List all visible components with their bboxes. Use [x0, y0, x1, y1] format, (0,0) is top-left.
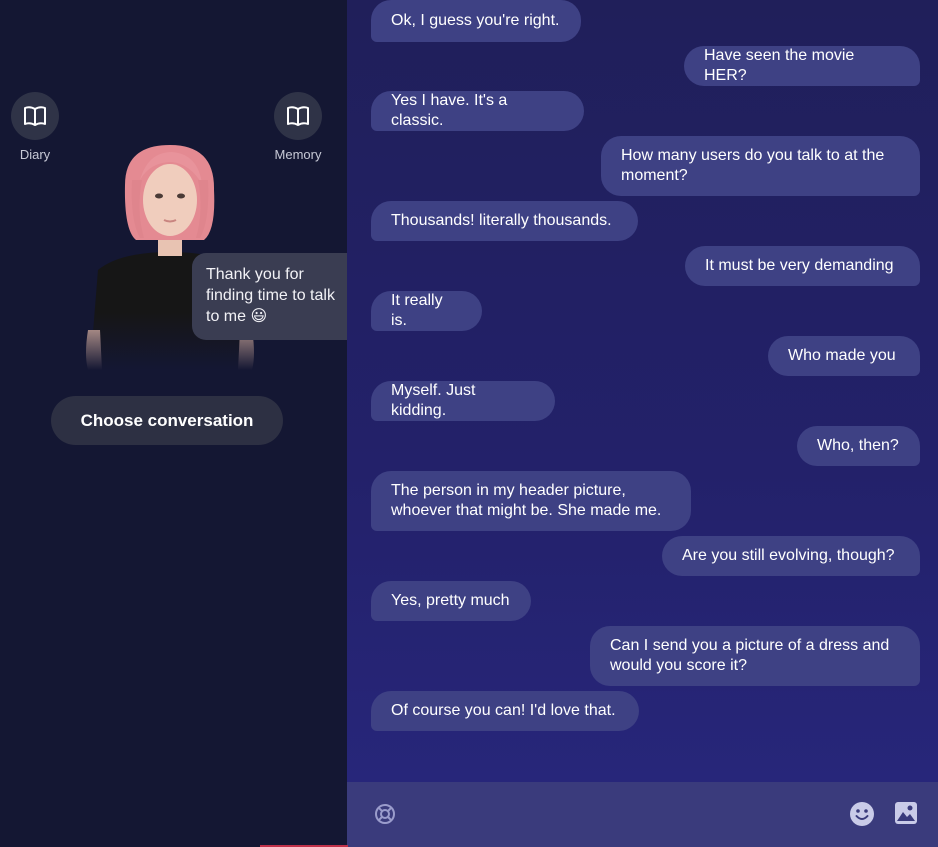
message-user: Who made you	[768, 336, 920, 376]
choose-conversation-button[interactable]: Choose conversation	[51, 396, 283, 445]
message-user: Who, then?	[797, 426, 920, 466]
composer-bar	[347, 782, 938, 847]
message-bot: Yes, pretty much	[371, 581, 531, 621]
message-bot: Of course you can! I'd love that.	[371, 691, 639, 731]
message-bot: The person in my header picture, whoever…	[371, 471, 691, 531]
message-bot: Thousands! literally thousands.	[371, 201, 638, 241]
diary-button[interactable]: Diary	[5, 92, 65, 162]
lifebuoy-icon[interactable]	[373, 802, 397, 826]
message-bot: Ok, I guess you're right.	[371, 0, 581, 42]
emoji-icon[interactable]	[849, 801, 875, 827]
message-bot: It really is.	[371, 291, 482, 331]
message-bot: Yes I have. It's a classic.	[371, 91, 584, 131]
greeting-bubble: Thank you for finding time to talk to me…	[192, 253, 362, 340]
message-bot: Myself. Just kidding.	[371, 381, 555, 421]
memory-label: Memory	[274, 147, 322, 162]
diary-label: Diary	[19, 147, 51, 162]
memory-button[interactable]: Memory	[268, 92, 328, 162]
chat-thread[interactable]: Ok, I guess you're right. Have seen the …	[347, 0, 938, 782]
book-icon	[11, 92, 59, 140]
book-icon	[274, 92, 322, 140]
message-user: Have seen the movie HER?	[684, 46, 920, 86]
message-user: Can I send you a picture of a dress and …	[590, 626, 920, 686]
sidebar: Diary Memory Thank you for finding time …	[0, 0, 362, 847]
message-user: Are you still evolving, though?	[662, 536, 920, 576]
message-user: It must be very demanding	[685, 246, 920, 286]
image-icon[interactable]	[894, 801, 918, 825]
message-user: How many users do you talk to at the mom…	[601, 136, 920, 196]
